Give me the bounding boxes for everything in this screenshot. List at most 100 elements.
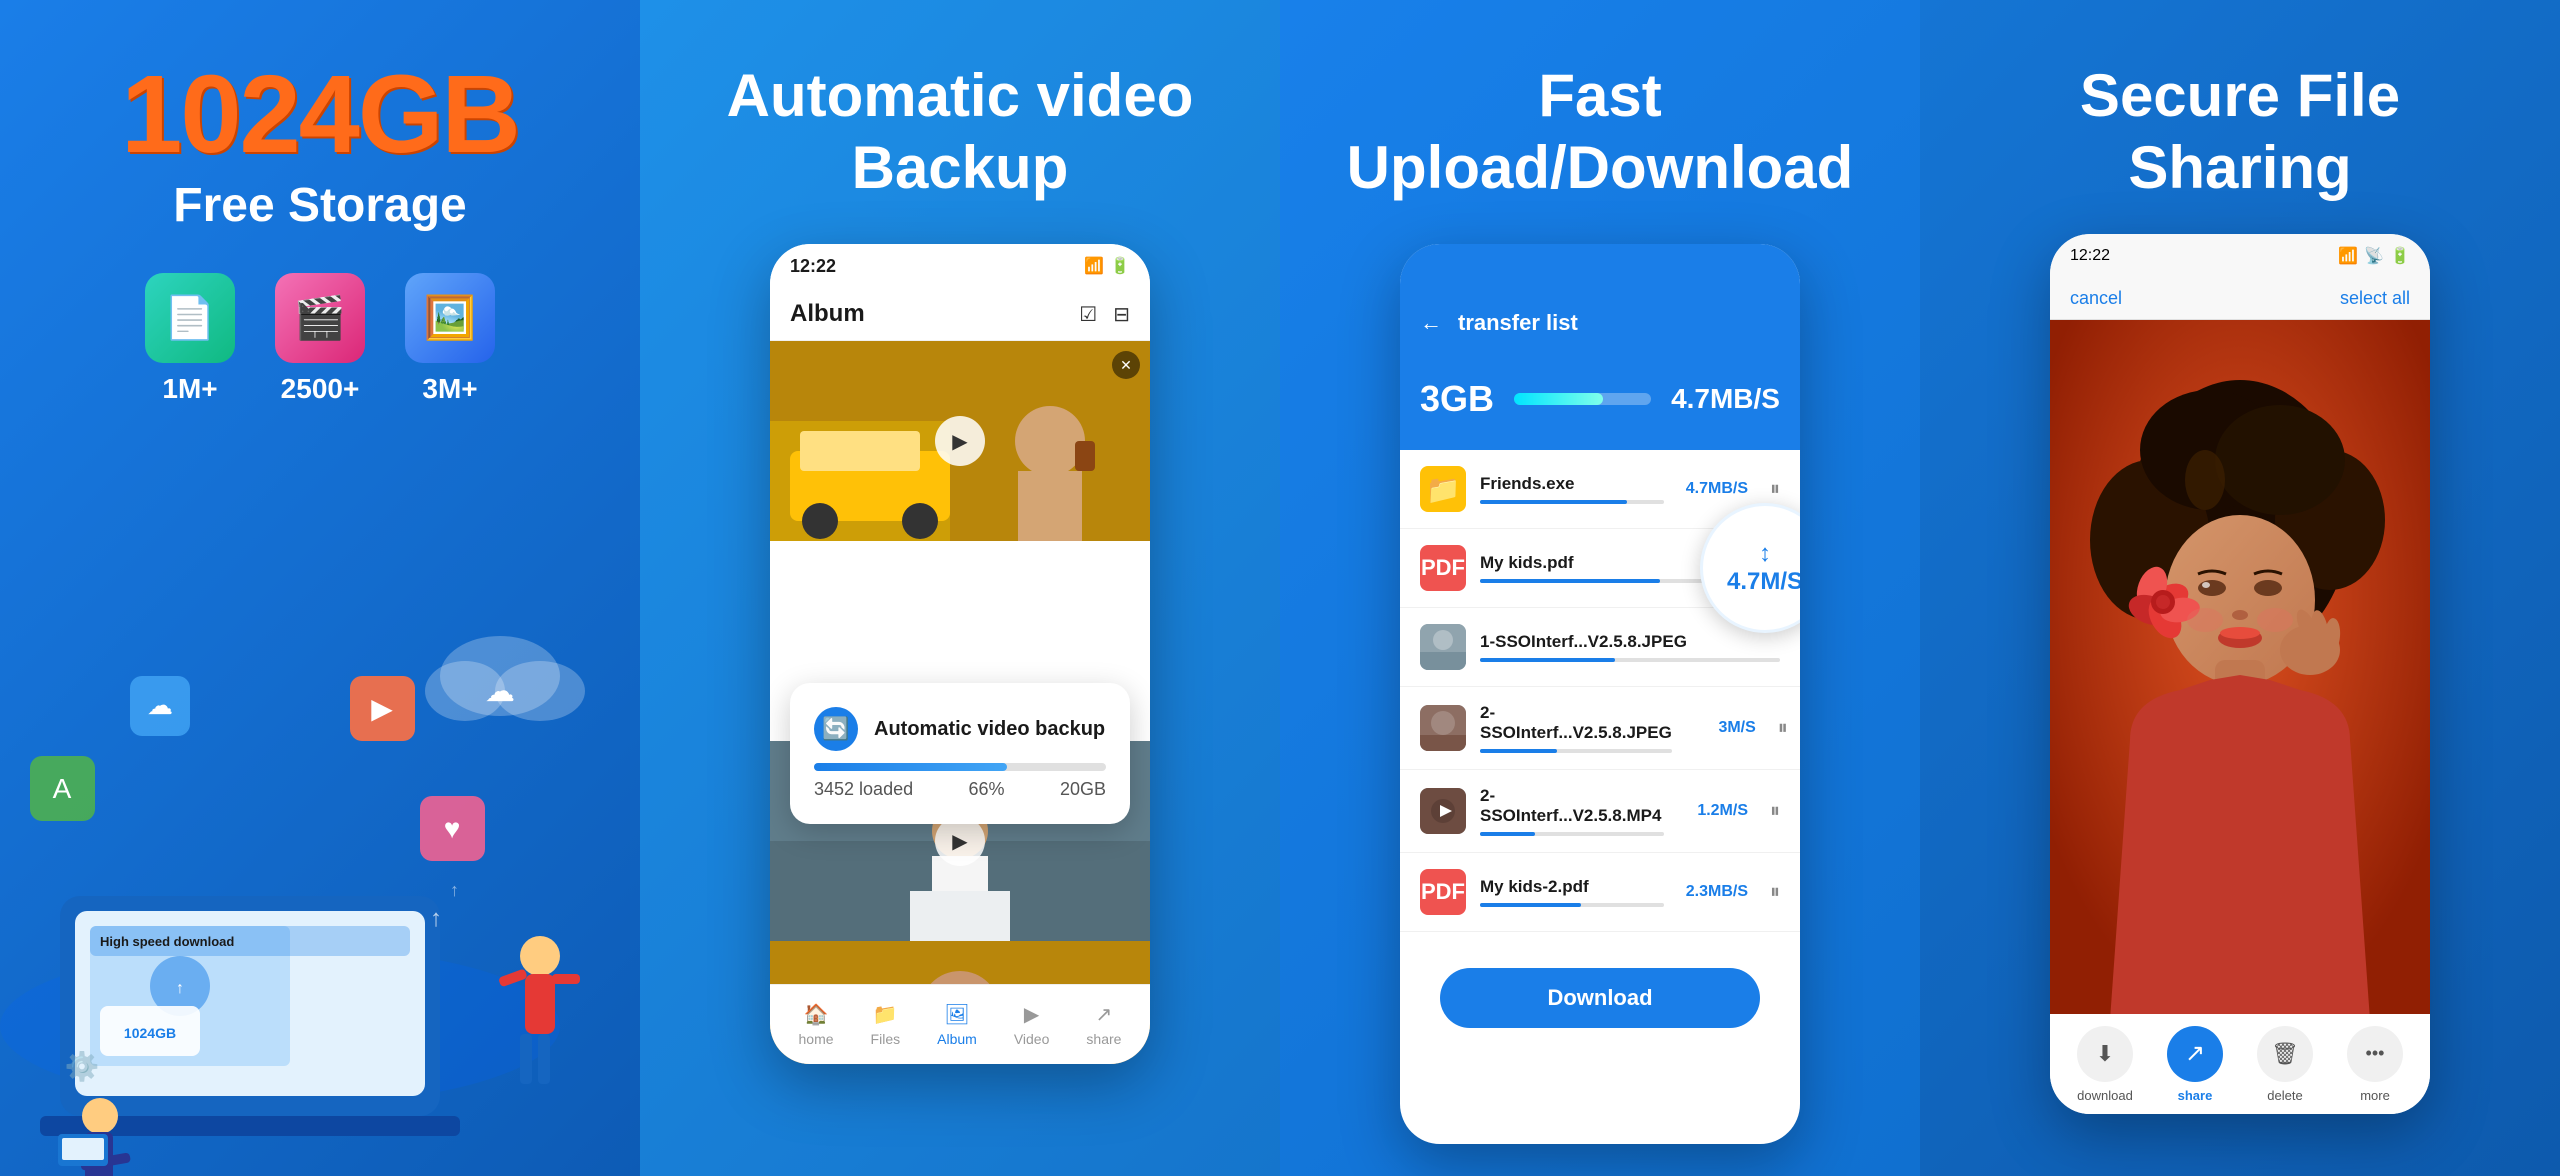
phone-transfer: ← transfer list 3GB 4.7MB/S 📁 Friends.ex…	[1400, 244, 1800, 1144]
progress-bar-4	[1480, 749, 1672, 753]
file-name-5: 2-SSOInterf...V2.5.8.MP4	[1480, 786, 1664, 826]
photos-count: 3M+	[422, 373, 477, 405]
svg-text:High speed download: High speed download	[100, 934, 234, 949]
filter-icon[interactable]: ⊟	[1113, 302, 1130, 327]
file-name-3: 1-SSOInterf...V2.5.8.JPEG	[1480, 632, 1780, 652]
share-action-btn[interactable]: ↗	[2167, 1026, 2223, 1082]
backup-popup: 🔄 Automatic video backup 3452 loaded 66%…	[790, 683, 1130, 824]
progress-bar-6	[1480, 903, 1664, 907]
progress-bar-5	[1480, 832, 1664, 836]
share-label: share	[1086, 1031, 1121, 1047]
speed-5: 1.2M/S	[1678, 802, 1748, 820]
speed-1: 4.7MB/S	[1678, 480, 1748, 498]
folder-icon: 📁	[1420, 466, 1466, 512]
progress-fill-3	[1480, 658, 1615, 662]
speed-6: 2.3MB/S	[1678, 883, 1748, 901]
share-bottom-bar: ⬇ download ↗ share 🗑 delete ••• more	[2050, 1014, 2430, 1114]
storage-title: 1024GB	[121, 60, 519, 170]
transfer-title: Fast Upload/Download	[1280, 60, 1920, 204]
speed-progress-bar	[1514, 393, 1651, 405]
action-delete[interactable]: 🗑 delete	[2257, 1026, 2313, 1103]
percent: 66%	[969, 779, 1005, 800]
delete-action-btn[interactable]: 🗑	[2257, 1026, 2313, 1082]
pause-6[interactable]: ⏸	[1770, 881, 1780, 904]
home-label: home	[799, 1031, 834, 1047]
status-icons: 📶 🔋	[1084, 256, 1130, 276]
speed-4: 3M/S	[1686, 719, 1756, 737]
album-label: Album	[937, 1031, 977, 1047]
share-status-bar: 12:22 📶 📡 🔋	[2050, 234, 2430, 278]
back-arrow[interactable]: ←	[1420, 310, 1442, 336]
phone-header: Album ☑ ⊟	[770, 288, 1150, 341]
backup-title: Automatic videoBackup	[687, 60, 1234, 204]
section-transfer: Fast Upload/Download ← transfer list 3GB…	[1280, 0, 1920, 1176]
delete-action-label: delete	[2267, 1088, 2302, 1103]
popup-title: Automatic video backup	[874, 718, 1105, 741]
photos-icon: 🖼️	[405, 273, 495, 363]
pause-1[interactable]: ⏸	[1770, 478, 1780, 501]
file-name-4: 2-SSOInterf...V2.5.8.JPEG	[1480, 703, 1672, 743]
nav-album[interactable]: 🖼 Album	[937, 1002, 977, 1047]
album-icon: 🖼	[944, 1002, 969, 1027]
more-action-btn[interactable]: •••	[2347, 1026, 2403, 1082]
nav-share[interactable]: ↗ share	[1086, 1002, 1121, 1047]
play-button-1[interactable]: ▶	[935, 416, 985, 466]
files-label: Files	[871, 1031, 901, 1047]
share-action-label: share	[2178, 1088, 2213, 1103]
header-icons: ☑ ⊟	[1079, 302, 1130, 327]
time: 12:22	[790, 256, 836, 277]
signal-icon: 📶	[2338, 246, 2358, 266]
nav-home[interactable]: 🏠 home	[799, 1002, 834, 1047]
share-action-header: cancel select all	[2050, 278, 2430, 320]
icon-item-videos: 🎬 2500+	[275, 273, 365, 405]
docs-icon: 📄	[145, 273, 235, 363]
svg-text:☁: ☁	[485, 675, 515, 708]
pause-4[interactable]: ⏸	[1778, 717, 1788, 740]
file-info-6: My kids-2.pdf	[1480, 877, 1664, 907]
nav-video[interactable]: ▶ Video	[1014, 1002, 1050, 1047]
battery-icon: 🔋	[1110, 256, 1130, 276]
backup-icon: 🔄	[814, 707, 858, 751]
download-button[interactable]: Download	[1440, 968, 1760, 1028]
storage-used: 3GB	[1420, 378, 1494, 420]
file-info-1: Friends.exe	[1480, 474, 1664, 504]
jpeg-icon-1	[1420, 624, 1466, 670]
home-icon: 🏠	[804, 1002, 829, 1027]
icon-item-photos: 🖼️ 3M+	[405, 273, 495, 405]
transfer-status-bar	[1400, 244, 1800, 288]
share-time: 12:22	[2070, 247, 2110, 265]
speed-arrows-icon: ↕	[1759, 540, 1771, 568]
video-icon: ▶	[1024, 1002, 1039, 1027]
progress-fill-5	[1480, 832, 1535, 836]
section-storage: 1024GB Free Storage 📄 1M+ 🎬 2500+ 🖼️ 3M+	[0, 0, 640, 1176]
svg-text:♥: ♥	[444, 813, 461, 844]
transfer-item-5: 2-SSOInterf...V2.5.8.MP4 1.2M/S ⏸	[1400, 770, 1800, 853]
pause-5[interactable]: ⏸	[1770, 800, 1780, 823]
file-info-3: 1-SSOInterf...V2.5.8.JPEG	[1480, 632, 1780, 662]
speed-bar: 3GB 4.7MB/S	[1400, 358, 1800, 450]
select-all-button[interactable]: select all	[2340, 288, 2410, 309]
speed-badge-value: 4.7M/S	[1727, 568, 1800, 596]
progress-bar-fill	[814, 763, 1007, 771]
transfer-item-4: 2-SSOInterf...V2.5.8.JPEG 3M/S ⏸	[1400, 687, 1800, 770]
check-icon[interactable]: ☑	[1079, 302, 1097, 327]
wifi-icon: 📶	[1084, 256, 1104, 276]
svg-text:☁: ☁	[147, 690, 173, 720]
cancel-button[interactable]: cancel	[2070, 288, 2122, 309]
transfer-item-6: PDF My kids-2.pdf 2.3MB/S ⏸	[1400, 853, 1800, 932]
videos-icon: 🎬	[275, 273, 365, 363]
action-download[interactable]: ⬇ download	[2077, 1026, 2133, 1103]
wifi-icon-share: 📡	[2364, 246, 2384, 266]
close-button-1[interactable]: ✕	[1112, 351, 1140, 379]
video-label: Video	[1014, 1031, 1050, 1047]
action-more[interactable]: ••• more	[2347, 1026, 2403, 1103]
phone-backup: 12:22 📶 🔋 Album ☑ ⊟	[770, 244, 1150, 1064]
nav-files[interactable]: 📁 Files	[871, 1002, 901, 1047]
action-share[interactable]: ↗ share	[2167, 1026, 2223, 1103]
download-action-btn[interactable]: ⬇	[2077, 1026, 2133, 1082]
svg-text:↑: ↑	[176, 980, 184, 997]
file-info-4: 2-SSOInterf...V2.5.8.JPEG	[1480, 703, 1672, 753]
storage-subtitle: Free Storage	[173, 178, 466, 233]
storage-illustration: ↑ High speed download 1024GB ☁ A ♥	[0, 476, 640, 1176]
progress-fill-6	[1480, 903, 1581, 907]
